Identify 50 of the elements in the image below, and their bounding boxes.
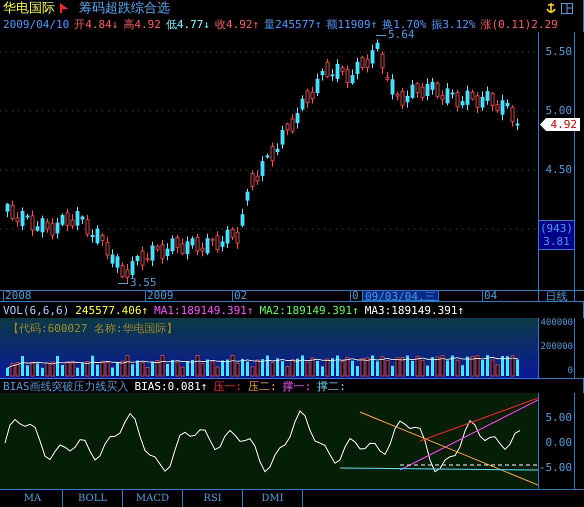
time-axis-label: 02 — [232, 290, 248, 302]
anchor-icon[interactable] — [546, 2, 556, 14]
axis-tick-label: 5.00 — [546, 105, 572, 117]
flag-icon — [60, 3, 68, 13]
axis-tick-label: 4.50 — [546, 164, 572, 176]
volume-indicator-value: MA1:189149.391↑ — [154, 304, 254, 316]
cursor-date: 09/03/04,三 — [362, 290, 439, 301]
leader-line — [376, 35, 386, 36]
axis-tick-label: 5.00 — [546, 412, 572, 424]
quote-date: 2009/04/10 — [3, 18, 70, 30]
axis-tick-label: 5.50 — [546, 46, 572, 58]
quote-value: 换1.70% — [382, 16, 426, 30]
quote-value: 高4.92 — [123, 16, 161, 32]
stock-name: 华电国际 — [3, 0, 55, 17]
quote-value: 涨(0.11)2.29 — [480, 16, 558, 32]
low-price-label: 3.55 — [130, 277, 156, 289]
period-label[interactable]: 日线 — [538, 291, 575, 301]
axis-tick-label: 0.00 — [546, 437, 572, 449]
bias-indicator-value: 撑一: — [282, 378, 312, 394]
axis-tick-label: -5.00 — [538, 462, 572, 474]
time-axis-label: 2009 — [145, 290, 174, 302]
leader-line — [118, 283, 128, 284]
bias-indicator-value: 压二: — [248, 378, 277, 394]
axis-tick-label: 400000 — [540, 317, 573, 329]
quote-value: 低4.77↓ — [166, 16, 210, 32]
quote-value: 收4.92↑ — [214, 16, 260, 32]
axis-tick-label: 200000 — [540, 341, 573, 353]
high-price-label: 5.64 — [388, 29, 414, 41]
time-axis-label: 0 — [350, 290, 359, 302]
formula-name: 筹码超跌综合选 — [79, 0, 170, 17]
quote-value: 量245577↑ — [264, 16, 322, 32]
quote-value: 振3.12% — [431, 16, 476, 32]
chip-count: (943) — [540, 222, 574, 235]
bias-indicator-value: 撑二: — [317, 378, 346, 394]
time-axis-label: 04 — [482, 290, 498, 302]
window-layout-icon[interactable] — [561, 2, 573, 14]
volume-indicator-value: MA3:189149.391↑ — [364, 304, 464, 316]
stock-info-label: 【代码:600027 名称:华电国际】 — [8, 321, 178, 336]
bias-indicator-value: BIAS:0.081↑ — [134, 380, 208, 392]
indicator-title: BIAS画线突破压力线买入 — [3, 378, 128, 394]
cost-price: 3.81 — [543, 235, 570, 248]
last-price-tag: 4.92 — [540, 118, 580, 131]
time-axis-label: 2008 — [3, 290, 32, 302]
volume-indicator-value: MA2:189149.391↑ — [259, 304, 359, 316]
volume-indicator-value: 245577.406↑ — [75, 304, 148, 316]
axis-tick-label: 0 — [568, 365, 573, 377]
bias-indicator-value: 压一: — [213, 378, 242, 394]
volume-indicator-value: VOL(6,6,6) — [3, 304, 70, 316]
quote-value: 额11909↑ — [326, 16, 378, 32]
quote-value: 开4.84↓ — [74, 16, 118, 32]
